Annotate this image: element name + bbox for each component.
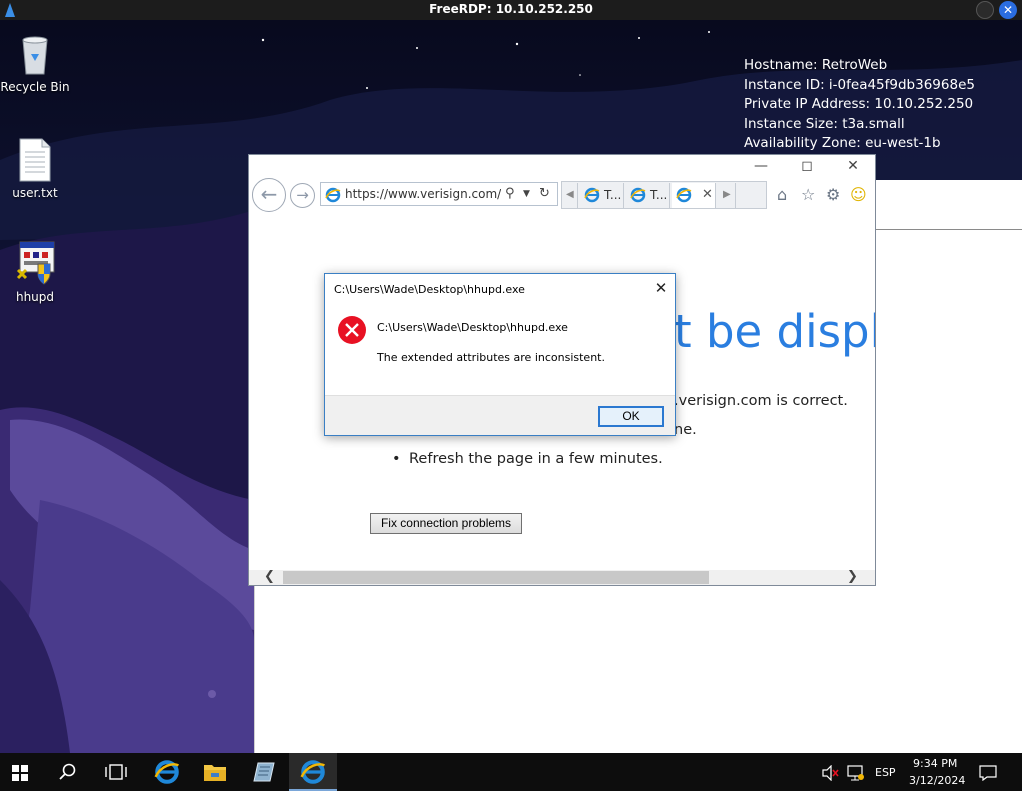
- notification-icon[interactable]: [979, 765, 997, 781]
- taskbar-ie-active-button[interactable]: [289, 753, 337, 791]
- internet-explorer-icon: [154, 760, 180, 784]
- scrollbar-thumb[interactable]: [283, 571, 709, 584]
- scroll-left-arrow-icon[interactable]: ❮: [264, 569, 275, 584]
- task-view-icon: [105, 764, 127, 780]
- speaker-muted-icon[interactable]: [822, 765, 840, 781]
- dialog-path-text: C:\Users\Wade\Desktop\hhupd.exe: [377, 321, 568, 334]
- ie-navigation-bar: ← → https://www.verisign.com/rep ⚲ ▼ ↻ ◀: [249, 177, 875, 213]
- server-manager-icon: [253, 762, 275, 782]
- ie-close-button[interactable]: ✕: [838, 157, 868, 175]
- taskbar-explorer-button[interactable]: [191, 753, 239, 791]
- hhupd-label: hhupd: [15, 290, 55, 304]
- recycle-bin-label: Recycle Bin: [0, 80, 70, 94]
- scroll-right-arrow-icon[interactable]: ❯: [847, 569, 858, 584]
- rdp-title-bar: FreeRDP: 10.10.252.250 ✕: [0, 0, 1022, 20]
- favorites-star-icon[interactable]: ☆: [801, 185, 815, 204]
- language-indicator[interactable]: ESP: [875, 766, 896, 779]
- address-url: https://www.verisign.com/rep: [345, 187, 501, 201]
- clock-date[interactable]: 3/12/2024: [909, 774, 965, 787]
- ie-page-icon: [325, 187, 341, 203]
- search-button[interactable]: [44, 753, 92, 791]
- bullet-marker: •: [392, 451, 401, 467]
- background-window-toolbar: [875, 180, 1022, 230]
- bginfo-instance-size: Instance Size: t3a.small: [744, 115, 905, 132]
- error-line-2: ne.: [674, 422, 697, 438]
- search-icon: [59, 763, 76, 780]
- ok-button[interactable]: OK: [598, 406, 664, 427]
- address-bar[interactable]: https://www.verisign.com/rep ⚲ ▼ ↻: [320, 182, 558, 206]
- fix-connection-button[interactable]: Fix connection problems: [370, 513, 522, 534]
- chevron-down-icon[interactable]: ▼: [523, 189, 530, 199]
- ie-tab-icon: [584, 187, 600, 203]
- windows-logo-icon: [12, 765, 28, 781]
- ie-tab-icon: [676, 187, 692, 203]
- start-button[interactable]: [0, 753, 48, 791]
- rdp-close-button[interactable]: ✕: [999, 1, 1017, 19]
- error-heading: t be displa: [674, 305, 875, 358]
- dialog-message-text: The extended attributes are inconsistent…: [377, 351, 605, 364]
- installer-shield-icon: [16, 241, 55, 285]
- home-icon[interactable]: ⌂: [777, 185, 787, 204]
- taskbar: ESP 9:34 PM 3/12/2024: [0, 753, 1022, 791]
- arrow-left-icon: ←: [260, 182, 278, 206]
- dialog-close-button[interactable]: ✕: [651, 278, 671, 298]
- error-line-1: .verisign.com is correct.: [674, 393, 848, 409]
- rdp-minimize-button[interactable]: [976, 1, 994, 19]
- error-line-3: Refresh the page in a few minutes.: [409, 451, 663, 467]
- tab-3-active[interactable]: ✕: [672, 183, 716, 208]
- ie-minimize-button[interactable]: —: [746, 157, 776, 175]
- dialog-footer: OK: [325, 395, 675, 435]
- back-button[interactable]: ←: [252, 178, 286, 212]
- network-icon[interactable]: [847, 765, 865, 781]
- ie-caption-bar: — ◻ ✕: [249, 155, 875, 177]
- internet-explorer-icon: [300, 760, 326, 784]
- chevron-left-icon: ◀: [566, 189, 574, 200]
- search-icon[interactable]: ⚲: [505, 186, 515, 201]
- rdp-window-title: FreeRDP: 10.10.252.250: [429, 2, 593, 16]
- forward-button[interactable]: →: [290, 183, 315, 208]
- user-txt-shortcut[interactable]: user.txt: [0, 138, 70, 200]
- arrow-right-icon: →: [296, 186, 309, 204]
- bginfo-hostname: Hostname: RetroWeb: [744, 57, 888, 73]
- recycle-bin-shortcut[interactable]: Recycle Bin: [0, 34, 70, 94]
- refresh-icon[interactable]: ↻: [539, 186, 550, 201]
- file-explorer-folder-icon: [204, 765, 226, 781]
- text-file-icon: [19, 138, 51, 182]
- taskbar-ie-button[interactable]: [143, 753, 191, 791]
- taskbar-app-button[interactable]: [240, 753, 288, 791]
- dialog-title: C:\Users\Wade\Desktop\hhupd.exe: [334, 283, 525, 296]
- bginfo-availability-zone: Availability Zone: eu-west-1b: [744, 135, 941, 151]
- error-dialog: C:\Users\Wade\Desktop\hhupd.exe ✕ C:\Use…: [324, 273, 676, 436]
- clock-time[interactable]: 9:34 PM: [913, 757, 957, 770]
- ie-tab-icon: [630, 187, 646, 203]
- close-tab-icon[interactable]: ✕: [702, 187, 713, 202]
- smiley-feedback-icon[interactable]: ☺: [850, 185, 867, 204]
- tab-2-label: T...: [650, 188, 668, 202]
- tab-scroll-left[interactable]: ◀: [562, 183, 578, 208]
- ie-maximize-button[interactable]: ◻: [792, 157, 822, 175]
- tab-scroll-right[interactable]: ▶: [718, 183, 736, 208]
- settings-gear-icon[interactable]: ⚙: [826, 185, 840, 204]
- tab-bar: ◀ T... T... ✕ ▶: [561, 181, 767, 209]
- tab-2[interactable]: T...: [626, 183, 670, 208]
- horizontal-scrollbar[interactable]: ❮ ❯: [249, 569, 875, 585]
- tab-1[interactable]: T...: [580, 183, 624, 208]
- chevron-right-icon: ▶: [723, 189, 731, 200]
- hhupd-shortcut[interactable]: hhupd: [0, 240, 70, 304]
- bginfo-panel: Hostname: RetroWeb Instance ID: i-0fea45…: [744, 56, 975, 154]
- bginfo-instance-id: Instance ID: i-0fea45f9db36968e5: [744, 76, 975, 93]
- bginfo-private-ip: Private IP Address: 10.10.252.250: [744, 96, 974, 112]
- tab-1-label: T...: [604, 188, 622, 202]
- task-view-button[interactable]: [92, 753, 140, 791]
- user-txt-label: user.txt: [12, 186, 58, 200]
- recycle-bin-icon: [22, 36, 48, 75]
- error-icon: [338, 316, 366, 344]
